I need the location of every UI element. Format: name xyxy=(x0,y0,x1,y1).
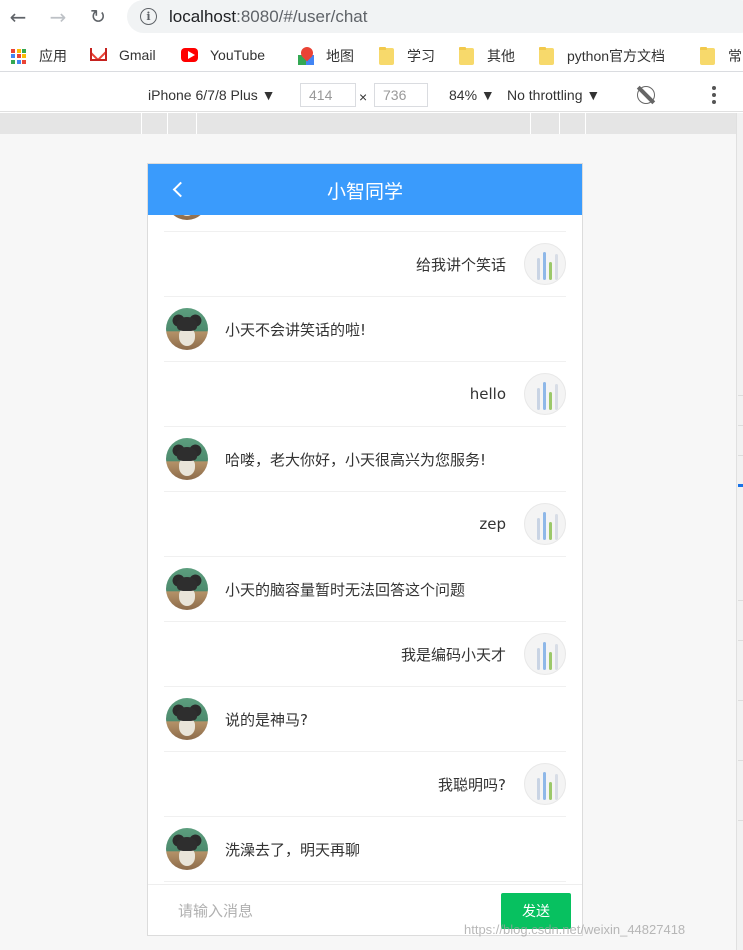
bot-avatar xyxy=(166,438,208,480)
bookmark-label: 应用 xyxy=(39,48,67,64)
user-avatar xyxy=(524,633,566,675)
chat-header: 小智同学 xyxy=(148,164,582,215)
apps-grid-icon xyxy=(10,48,27,65)
reload-icon[interactable]: ↻ xyxy=(85,4,111,30)
zoom-select[interactable]: 84% ▼ xyxy=(449,87,495,103)
user-avatar xyxy=(524,503,566,545)
bookmark-label: 其他 xyxy=(487,48,515,64)
media-query-ruler xyxy=(0,113,736,134)
bot-message-text: 哈喽，老大你好，小天很高兴为您服务! xyxy=(225,450,487,469)
mobile-viewport: 小智同学 给我讲个笑话 小天不会讲笑话的啦! hello 哈喽，老大你好，小天很… xyxy=(147,163,583,936)
device-width-input[interactable] xyxy=(300,83,356,107)
message-row: zep xyxy=(164,492,566,557)
dropdown-caret-icon: ▼ xyxy=(261,87,276,103)
url-path: :8080/#/user/chat xyxy=(236,6,368,26)
folder-icon xyxy=(459,46,474,65)
message-row: 哈喽，老大你好，小天很高兴为您服务! xyxy=(164,427,566,492)
device-toolbar: iPhone 6/7/8 Plus ▼ × 84% ▼ No throttlin… xyxy=(0,80,743,112)
bookmark-label: python官方文档 xyxy=(567,48,666,64)
bot-avatar xyxy=(166,698,208,740)
bookmark-youtube[interactable]: YouTube xyxy=(181,46,265,63)
device-height-input[interactable] xyxy=(374,83,428,107)
message-row: 说的是神马? xyxy=(164,687,566,752)
user-message-text: 我聪明吗? xyxy=(438,775,506,794)
zoom-value: 84% xyxy=(449,87,478,103)
bookmark-folder-study[interactable]: 学习 xyxy=(378,46,435,66)
back-arrow-icon[interactable]: ← xyxy=(5,4,31,30)
bot-avatar xyxy=(166,828,208,870)
rotate-icon[interactable] xyxy=(637,86,655,104)
bot-message-text: 说的是神马? xyxy=(225,710,308,729)
device-select[interactable]: iPhone 6/7/8 Plus ▼ xyxy=(148,87,276,103)
address-bar[interactable]: i localhost:8080/#/user/chat xyxy=(127,0,743,33)
bookmark-label: Gmail xyxy=(119,46,156,63)
youtube-icon xyxy=(181,47,198,62)
url-host: localhost xyxy=(169,6,237,26)
message-row: 小天不会讲笑话的啦! xyxy=(164,297,566,362)
bot-avatar xyxy=(166,215,208,220)
message-row xyxy=(164,215,566,232)
message-row: 我是编码小天才 xyxy=(164,622,566,687)
message-row: hello xyxy=(164,362,566,427)
bookmark-maps[interactable]: 地图 xyxy=(297,44,354,66)
device-name: iPhone 6/7/8 Plus xyxy=(148,87,258,103)
maps-icon xyxy=(297,44,315,65)
bookmark-folder-common[interactable]: 常 xyxy=(699,46,742,66)
throttling-select[interactable]: No throttling ▼ xyxy=(507,87,600,103)
more-options-icon[interactable] xyxy=(712,86,716,104)
message-input[interactable] xyxy=(166,895,486,927)
dropdown-caret-icon: ▼ xyxy=(480,87,495,103)
forward-arrow-icon[interactable]: → xyxy=(45,4,71,30)
side-panel-edge xyxy=(736,113,743,950)
folder-icon xyxy=(539,46,554,65)
bookmark-folder-other[interactable]: 其他 xyxy=(458,46,515,66)
url-text[interactable]: localhost:8080/#/user/chat xyxy=(169,7,367,27)
bookmarks-bar: 应用 Gmail YouTube 地图 学习 其他 python官方文档 常 xyxy=(0,40,743,72)
bot-message-text: 洗澡去了，明天再聊 xyxy=(225,840,361,859)
bot-message-text: 小天的脑容量暂时无法回答这个问题 xyxy=(225,580,466,599)
bookmark-gmail[interactable]: Gmail xyxy=(90,46,156,63)
browser-address-row: ← → ↻ i localhost:8080/#/user/chat xyxy=(0,0,743,36)
bot-message-text: 小天不会讲笑话的啦! xyxy=(225,320,367,339)
bot-avatar xyxy=(166,308,208,350)
message-row: 洗澡去了，明天再聊 xyxy=(164,817,566,882)
bookmark-apps[interactable]: 应用 xyxy=(10,46,67,66)
dropdown-caret-icon: ▼ xyxy=(586,87,601,103)
user-message-text: hello xyxy=(469,385,506,403)
user-message-text: 给我讲个笑话 xyxy=(415,255,506,274)
user-avatar xyxy=(524,763,566,805)
user-avatar xyxy=(524,373,566,415)
throttling-value: No throttling xyxy=(507,87,583,103)
bookmark-label: 常 xyxy=(728,48,742,64)
bookmark-folder-python-docs[interactable]: python官方文档 xyxy=(538,46,665,66)
folder-icon xyxy=(379,46,394,65)
user-avatar xyxy=(524,243,566,285)
bookmark-label: 地图 xyxy=(326,48,354,64)
bookmark-label: YouTube xyxy=(210,46,266,63)
chat-title: 小智同学 xyxy=(326,181,403,203)
panel-resize-marker xyxy=(738,484,743,487)
folder-icon xyxy=(700,46,715,65)
user-message-text: zep xyxy=(479,515,506,533)
user-message-text: 我是编码小天才 xyxy=(400,645,506,664)
message-row: 小天的脑容量暂时无法回答这个问题 xyxy=(164,557,566,622)
bookmark-label: 学习 xyxy=(407,48,435,64)
site-info-icon[interactable]: i xyxy=(140,8,157,25)
watermark-text: https://blog.csdn.net/weixin_44827418 xyxy=(464,922,686,937)
dimension-separator: × xyxy=(359,89,368,105)
message-list[interactable]: 给我讲个笑话 小天不会讲笑话的啦! hello 哈喽，老大你好，小天很高兴为您服… xyxy=(148,215,582,884)
message-row: 我聪明吗? xyxy=(164,752,566,817)
message-row: 给我讲个笑话 xyxy=(164,232,566,297)
bot-avatar xyxy=(166,568,208,610)
gmail-icon xyxy=(90,48,107,61)
